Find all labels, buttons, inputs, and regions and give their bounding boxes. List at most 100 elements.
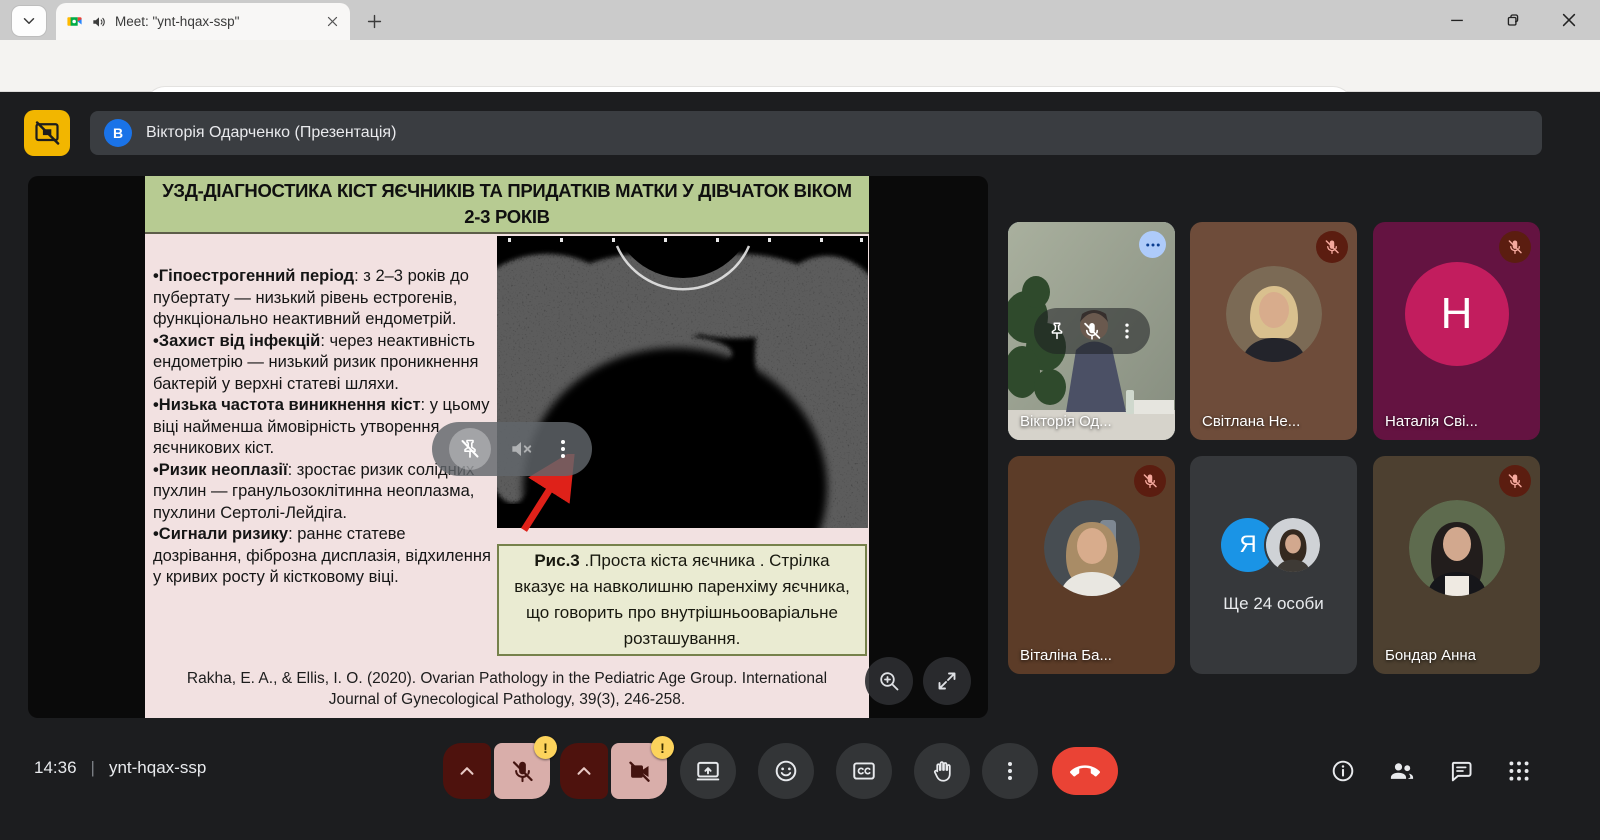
more-participants-label: Ще 24 особи bbox=[1190, 594, 1357, 614]
participant-tile[interactable]: Віталіна Ба... bbox=[1008, 456, 1175, 674]
tab-search-button[interactable] bbox=[12, 6, 46, 36]
chevron-down-icon bbox=[25, 19, 34, 24]
mic-warning-badge: ! bbox=[534, 736, 557, 759]
raise-hand-button[interactable] bbox=[914, 743, 970, 799]
zoom-in-button[interactable] bbox=[865, 657, 913, 705]
more-participants-tile[interactable]: Я Ще 24 особи bbox=[1190, 456, 1357, 674]
mic-off-icon bbox=[1144, 474, 1156, 487]
google-meet-page: В Вікторія Одарченко (Презентація) УЗД-Д… bbox=[0, 92, 1600, 840]
captions-button[interactable] bbox=[836, 743, 892, 799]
window-minimize-button[interactable] bbox=[1436, 4, 1478, 36]
meeting-details-button[interactable] bbox=[1321, 749, 1365, 793]
camera-control-group: ! bbox=[560, 743, 667, 799]
participant-avatar bbox=[1226, 266, 1322, 362]
more-options-button[interactable] bbox=[982, 743, 1038, 799]
people-icon bbox=[1391, 763, 1413, 779]
presentation-paused-button[interactable] bbox=[24, 110, 70, 156]
end-call-button[interactable] bbox=[1052, 747, 1118, 795]
emoji-icon bbox=[777, 762, 796, 781]
meet-bottom-toolbar: 14:36 | ynt-hqax-ssp ! ! bbox=[0, 725, 1600, 840]
raise-hand-icon bbox=[935, 762, 950, 781]
presentation-more-options-button[interactable] bbox=[551, 437, 575, 461]
mic-off-badge bbox=[1316, 231, 1348, 263]
participant-tile-video[interactable]: Вікторія Од... bbox=[1008, 222, 1175, 440]
pin-icon[interactable] bbox=[1046, 320, 1068, 342]
unpin-icon bbox=[462, 441, 477, 458]
chevron-up-icon bbox=[462, 768, 473, 774]
tab-title: Meet: "ynt-hqax-ssp" bbox=[115, 14, 317, 29]
participant-tile[interactable]: Світлана Не... bbox=[1190, 222, 1357, 440]
meeting-code: ynt-hqax-ssp bbox=[109, 758, 206, 778]
people-button[interactable]: 30 bbox=[1380, 749, 1424, 793]
participant-letter-avatar: Н bbox=[1405, 262, 1509, 366]
plus-icon bbox=[368, 15, 380, 27]
participant-name: Світлана Не... bbox=[1202, 413, 1300, 430]
slide-citation: Rakha, E. A., & Ellis, I. O. (2020). Ova… bbox=[161, 668, 853, 710]
meeting-info: 14:36 | ynt-hqax-ssp bbox=[34, 758, 206, 778]
window-close-button[interactable] bbox=[1548, 4, 1590, 36]
present-screen-icon bbox=[698, 763, 719, 780]
participant-tile[interactable]: Н Наталія Сві... bbox=[1373, 222, 1540, 440]
unpin-button[interactable] bbox=[449, 428, 491, 470]
participant-name: Вікторія Од... bbox=[1020, 413, 1112, 430]
zoom-in-icon bbox=[881, 673, 897, 689]
volume-off-icon[interactable] bbox=[508, 436, 534, 462]
mic-off-icon bbox=[1509, 240, 1521, 253]
slide-bullet: •Гіпоестрогенний період: з 2–3 років до … bbox=[153, 266, 498, 331]
mic-control-group: ! bbox=[443, 743, 550, 799]
participant-name: Бондар Анна bbox=[1385, 647, 1476, 664]
presenter-avatar: В bbox=[104, 119, 132, 147]
mic-off-badge bbox=[1134, 465, 1166, 497]
restore-icon bbox=[1508, 15, 1517, 25]
participant-tile[interactable]: Бондар Анна bbox=[1373, 456, 1540, 674]
info-icon bbox=[1334, 762, 1353, 781]
expand-icon bbox=[940, 674, 955, 689]
participant-name: Віталіна Ба... bbox=[1020, 647, 1112, 664]
participant-name: Наталія Сві... bbox=[1385, 413, 1478, 430]
apps-grid-icon bbox=[1509, 761, 1528, 780]
browser-address-bar: https://meet.google.com/ynt-hqax-ssp?pli… bbox=[0, 40, 1600, 92]
figure-caption: Рис.3 .Проста кіста яєчника . Стрілка вк… bbox=[497, 544, 867, 656]
browser-tab[interactable]: Meet: "ynt-hqax-ssp" bbox=[56, 3, 350, 40]
reactions-button[interactable] bbox=[758, 743, 814, 799]
expand-button[interactable] bbox=[923, 657, 971, 705]
captions-icon bbox=[854, 763, 874, 778]
camera-warning-badge: ! bbox=[651, 736, 674, 759]
participant-avatar bbox=[1409, 500, 1505, 596]
new-tab-button[interactable] bbox=[362, 9, 386, 33]
present-screen-button[interactable] bbox=[680, 743, 736, 799]
meet-favicon-icon bbox=[66, 13, 83, 30]
mic-off-badge bbox=[1499, 231, 1531, 263]
camera-toggle-button[interactable]: ! bbox=[611, 743, 667, 799]
ellipsis-icon bbox=[1146, 243, 1160, 246]
tile-hover-controls bbox=[1034, 308, 1150, 354]
more-vertical-icon bbox=[1008, 762, 1012, 780]
close-icon bbox=[1564, 15, 1575, 26]
more-vertical-icon[interactable] bbox=[1117, 321, 1137, 341]
participant-avatar bbox=[1044, 500, 1140, 596]
end-call-icon bbox=[1070, 765, 1100, 776]
window-restore-button[interactable] bbox=[1492, 4, 1534, 36]
tab-audio-icon bbox=[91, 14, 107, 30]
chat-button[interactable] bbox=[1439, 749, 1483, 793]
mic-off-badge bbox=[1499, 465, 1531, 497]
activities-button[interactable] bbox=[1497, 749, 1541, 793]
tile-menu-badge-button[interactable] bbox=[1139, 231, 1166, 258]
mic-off-icon[interactable] bbox=[1081, 320, 1103, 342]
mic-off-icon bbox=[1509, 474, 1521, 487]
presentation-tile[interactable]: УЗД-ДІАГНОСТИКА КІСТ ЯЄЧНИКІВ ТА ПРИДАТК… bbox=[28, 176, 988, 718]
cam-off-icon bbox=[626, 758, 653, 785]
edge-browser-window: Meet: "ynt-hqax-ssp" https://meet.google… bbox=[0, 0, 1600, 840]
camera-device-chevron-button[interactable] bbox=[560, 743, 608, 799]
presentation-paused-icon bbox=[33, 119, 61, 147]
mic-device-chevron-button[interactable] bbox=[443, 743, 491, 799]
clock-time: 14:36 bbox=[34, 758, 77, 778]
presenter-banner-title: Вікторія Одарченко (Презентація) bbox=[146, 124, 396, 142]
slide-bullet: •Сигнали ризику: раннє статеве дозріванн… bbox=[153, 524, 498, 589]
presentation-hover-controls bbox=[432, 422, 592, 476]
presenter-banner: В Вікторія Одарченко (Презентація) bbox=[90, 111, 1542, 155]
mic-off-icon bbox=[1326, 240, 1338, 253]
slide-title: УЗД-ДІАГНОСТИКА КІСТ ЯЄЧНИКІВ ТА ПРИДАТК… bbox=[145, 176, 869, 234]
mic-toggle-button[interactable]: ! bbox=[494, 743, 550, 799]
tab-close-icon[interactable] bbox=[325, 14, 340, 29]
